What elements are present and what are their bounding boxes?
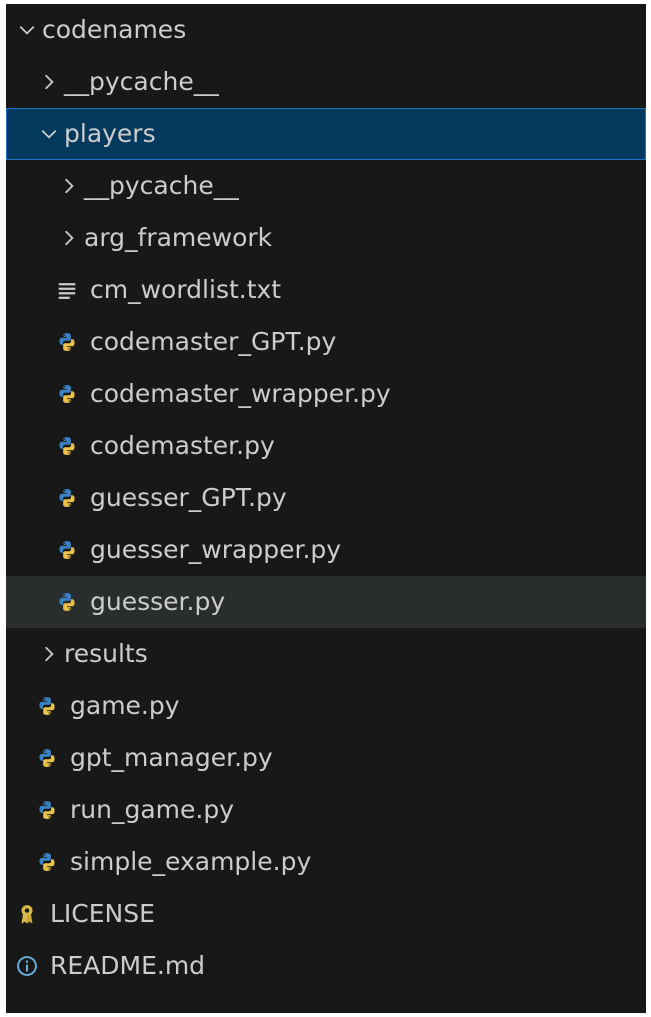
text-file-icon bbox=[54, 277, 80, 303]
python-icon bbox=[54, 537, 80, 563]
tree-item-label: results bbox=[64, 639, 148, 668]
tree-item-label: run_game.py bbox=[70, 795, 235, 824]
folder-pycache[interactable]: __pycache__ bbox=[6, 56, 646, 108]
folder-results[interactable]: results bbox=[6, 628, 646, 680]
tree-item-label: simple_example.py bbox=[70, 847, 312, 876]
tree-item-label: guesser_wrapper.py bbox=[90, 535, 342, 564]
tree-item-label: README.md bbox=[50, 951, 206, 980]
info-icon bbox=[14, 953, 40, 979]
tree-item-label: codemaster.py bbox=[90, 431, 275, 460]
python-icon bbox=[54, 433, 80, 459]
tree-item-label: __pycache__ bbox=[64, 67, 219, 96]
python-icon bbox=[34, 797, 60, 823]
tree-item-label: __pycache__ bbox=[84, 171, 239, 200]
file-run-game[interactable]: run_game.py bbox=[6, 784, 646, 836]
tree-item-label: codenames bbox=[42, 15, 187, 44]
tree-item-label: gpt_manager.py bbox=[70, 743, 273, 772]
folder-players[interactable]: players bbox=[6, 108, 646, 160]
chevron-right-icon[interactable] bbox=[54, 223, 84, 253]
python-icon bbox=[54, 485, 80, 511]
file-codemaster-gpt[interactable]: codemaster_GPT.py bbox=[6, 316, 646, 368]
file-cm-wordlist[interactable]: cm_wordlist.txt bbox=[6, 264, 646, 316]
file-readme[interactable]: README.md bbox=[6, 940, 646, 992]
chevron-right-icon[interactable] bbox=[54, 171, 84, 201]
tree-item-label: arg_framework bbox=[84, 223, 273, 252]
python-icon bbox=[34, 693, 60, 719]
chevron-right-icon[interactable] bbox=[34, 67, 64, 97]
folder-players-pycache[interactable]: __pycache__ bbox=[6, 160, 646, 212]
chevron-right-icon[interactable] bbox=[34, 639, 64, 669]
python-icon bbox=[54, 381, 80, 407]
python-icon bbox=[54, 589, 80, 615]
chevron-down-icon[interactable] bbox=[34, 119, 64, 149]
file-guesser[interactable]: guesser.py bbox=[6, 576, 646, 628]
license-icon bbox=[14, 901, 40, 927]
file-guesser-gpt[interactable]: guesser_GPT.py bbox=[6, 472, 646, 524]
tree-item-label: codemaster_wrapper.py bbox=[90, 379, 391, 408]
tree-item-label: game.py bbox=[70, 691, 180, 720]
python-icon bbox=[34, 745, 60, 771]
file-gpt-manager[interactable]: gpt_manager.py bbox=[6, 732, 646, 784]
folder-codenames[interactable]: codenames bbox=[6, 4, 646, 56]
file-game[interactable]: game.py bbox=[6, 680, 646, 732]
file-guesser-wrapper[interactable]: guesser_wrapper.py bbox=[6, 524, 646, 576]
file-license[interactable]: LICENSE bbox=[6, 888, 646, 940]
python-icon bbox=[54, 329, 80, 355]
tree-item-label: players bbox=[64, 119, 156, 148]
tree-item-label: guesser_GPT.py bbox=[90, 483, 287, 512]
tree-item-label: cm_wordlist.txt bbox=[90, 275, 282, 304]
tree-item-label: codemaster_GPT.py bbox=[90, 327, 337, 356]
python-icon bbox=[34, 849, 60, 875]
tree-item-label: LICENSE bbox=[50, 899, 155, 928]
file-explorer: codenames __pycache__ players __pycache_… bbox=[6, 4, 646, 1013]
chevron-down-icon[interactable] bbox=[12, 15, 42, 45]
folder-arg-framework[interactable]: arg_framework bbox=[6, 212, 646, 264]
tree-item-label: guesser.py bbox=[90, 587, 226, 616]
file-codemaster-wrapper[interactable]: codemaster_wrapper.py bbox=[6, 368, 646, 420]
file-simple-example[interactable]: simple_example.py bbox=[6, 836, 646, 888]
file-codemaster[interactable]: codemaster.py bbox=[6, 420, 646, 472]
